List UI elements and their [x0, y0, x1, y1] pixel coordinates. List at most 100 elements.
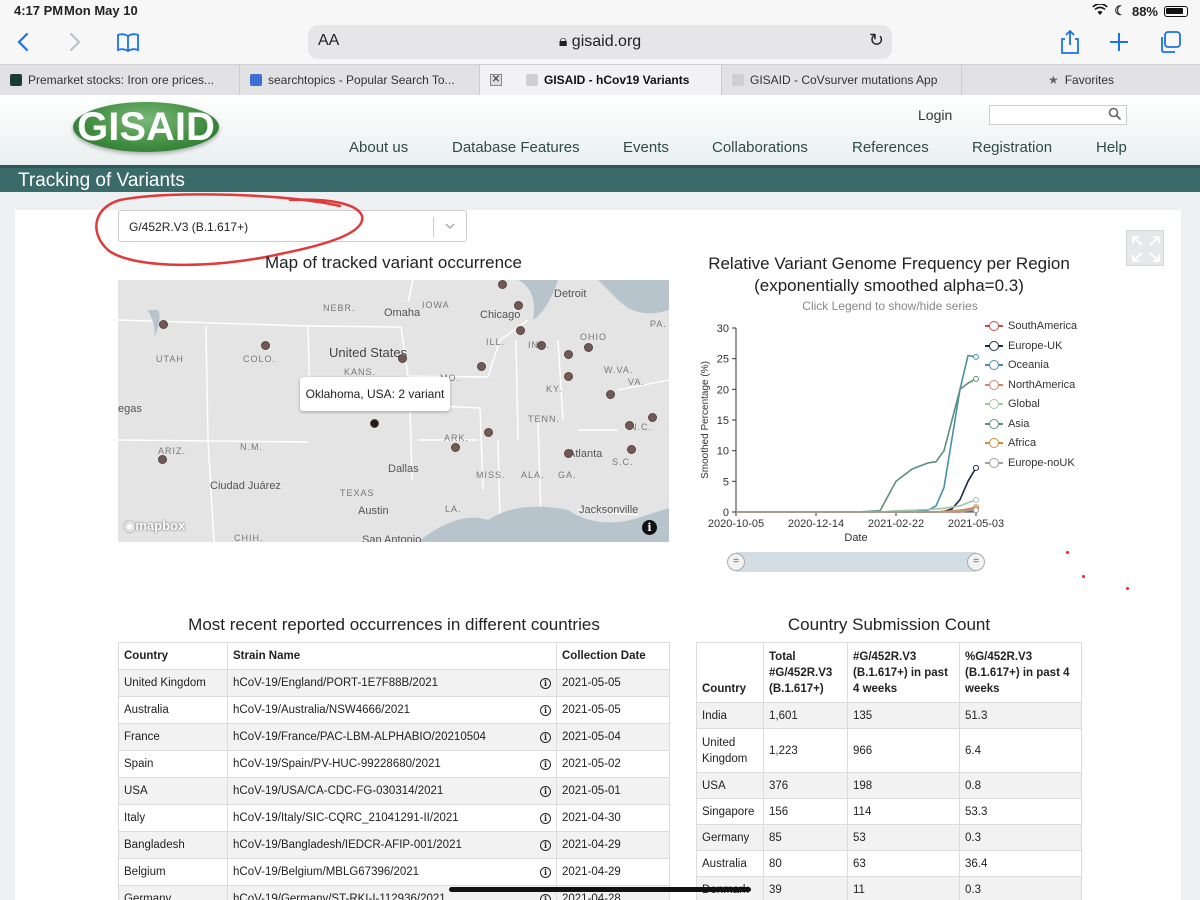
nav-registration[interactable]: Registration — [972, 139, 1052, 156]
variant-marker[interactable] — [625, 421, 634, 430]
variant-marker[interactable] — [648, 413, 657, 422]
tab-premarket[interactable]: Premarket stocks: Iron ore prices... — [0, 65, 240, 95]
info-icon[interactable]: i — [540, 867, 551, 878]
legend-item-northamerica[interactable]: NorthAmerica — [985, 379, 1075, 391]
variant-map[interactable]: NEBR. IOWA UTAH COLO. KANS. ILL. IND. OH… — [118, 280, 669, 542]
table-row[interactable]: Spain hCoV-19/Spain/PV-HUC-99228680/2021 i… — [118, 750, 670, 778]
nav-help[interactable]: Help — [1096, 139, 1127, 156]
info-icon[interactable]: i — [642, 520, 657, 535]
info-icon[interactable]: i — [540, 786, 551, 797]
table-row[interactable]: USA hCoV-19/USA/CA-CDC-FG-030314/2021 i 202… — [118, 777, 670, 805]
search-icon[interactable] — [1108, 107, 1122, 124]
info-icon[interactable]: i — [540, 840, 551, 851]
reload-icon[interactable]: ↻ — [869, 30, 884, 51]
legend-item-asia[interactable]: Asia — [985, 418, 1029, 430]
column-header[interactable]: Country — [118, 642, 228, 670]
column-header[interactable]: Total #G/452R.V3 (B.1.617+) — [763, 642, 848, 703]
chevron-down-icon[interactable] — [444, 216, 456, 239]
variant-marker[interactable] — [261, 341, 270, 350]
legend-item-southamerica[interactable]: SouthAmerica — [985, 320, 1077, 332]
variant-marker[interactable] — [484, 428, 493, 437]
table-row[interactable]: India 1,601 135 51.3 — [696, 702, 1082, 729]
column-header[interactable]: #G/452R.V3 (B.1.617+) in past 4 weeks — [847, 642, 960, 703]
info-icon[interactable]: i — [540, 759, 551, 770]
new-tab-icon[interactable] — [1105, 28, 1133, 56]
table-row[interactable]: United Kingdom 1,223 966 6.4 — [696, 728, 1082, 773]
date-range-slider[interactable]: = = — [727, 550, 985, 574]
legend-item-oceania[interactable]: Oceania — [985, 359, 1049, 371]
variant-marker[interactable] — [158, 455, 167, 464]
table-row[interactable]: Australia 80 63 36.4 — [696, 850, 1082, 877]
column-header[interactable]: Strain Name — [227, 642, 557, 670]
map-city: Chicago — [480, 309, 521, 321]
info-icon[interactable]: i — [540, 894, 551, 900]
tab-gisaid-variants[interactable]: ✕ GISAID - hCov19 Variants — [480, 65, 722, 95]
variant-marker[interactable] — [398, 354, 407, 363]
variant-marker[interactable] — [514, 301, 523, 310]
variant-marker-selected[interactable] — [370, 419, 379, 428]
cell-text: 2021-04-30 — [562, 812, 621, 824]
variant-marker[interactable] — [564, 350, 573, 359]
recent-count-cell: 11 — [847, 876, 960, 900]
nav-references[interactable]: References — [852, 139, 929, 156]
tab-gisaid-covsurver[interactable]: GISAID - CoVsurver mutations App — [722, 65, 962, 95]
back-icon[interactable] — [10, 28, 38, 56]
info-icon[interactable]: i — [540, 732, 551, 743]
slider-handle-start[interactable]: = — [727, 553, 745, 571]
variant-marker[interactable] — [584, 343, 593, 352]
slider-handle-end[interactable]: = — [967, 553, 985, 571]
table-row[interactable]: Denmark39110.3 — [696, 876, 1082, 900]
variant-select[interactable]: G/452R.V3 (B.1.617+) — [118, 210, 467, 242]
nav-events[interactable]: Events — [623, 139, 669, 156]
table-row[interactable]: Bangladesh hCoV-19/Bangladesh/IEDCR-AFIP-… — [118, 831, 670, 859]
x-tick-label: 2020-10-05 — [708, 518, 764, 530]
table-row[interactable]: France hCoV-19/France/PAC-LBM-ALPHABIO/20… — [118, 723, 670, 751]
table-row[interactable]: USA 376 198 0.8 — [696, 772, 1082, 799]
info-icon[interactable]: i — [540, 705, 551, 716]
info-icon[interactable]: i — [540, 678, 551, 689]
legend-item-europe-uk[interactable]: Europe-UK — [985, 340, 1062, 352]
bookmarks-icon[interactable] — [114, 28, 142, 56]
map-label: KY. — [546, 384, 563, 394]
table-row[interactable]: Belgium hCoV-19/Belgium/MBLG67396/2021 i 20… — [118, 858, 670, 886]
variant-marker[interactable] — [564, 372, 573, 381]
tabs-overview-icon[interactable] — [1156, 28, 1184, 56]
table-row[interactable]: Australia hCoV-19/Australia/NSW4666/2021 i… — [118, 696, 670, 724]
variant-marker[interactable] — [627, 445, 636, 454]
variant-marker[interactable] — [516, 326, 525, 335]
info-icon[interactable]: i — [540, 813, 551, 824]
lock-icon: 🔒︎ — [558, 33, 568, 50]
table-row[interactable]: United Kingdom hCoV-19/England/PORT-1E7F8… — [118, 669, 670, 697]
address-bar[interactable]: AA 🔒︎ gisaid.org ↻ — [308, 25, 892, 59]
fullscreen-icon[interactable] — [1126, 230, 1164, 266]
nav-about-us[interactable]: About us — [349, 139, 408, 156]
legend-item-global[interactable]: Global — [985, 398, 1040, 410]
map-title: Map of tracked variant occurrence — [264, 253, 522, 272]
variant-marker[interactable] — [451, 443, 460, 452]
column-header[interactable]: %G/452R.V3 (B.1.617+) in past 4 weeks — [959, 642, 1082, 703]
variant-marker[interactable] — [498, 280, 507, 289]
variant-marker[interactable] — [477, 362, 486, 371]
share-icon[interactable] — [1056, 28, 1084, 56]
forward-icon[interactable] — [60, 28, 88, 56]
variant-marker[interactable] — [537, 341, 546, 350]
table-row[interactable]: Singapore 156 114 53.3 — [696, 798, 1082, 825]
nav-collaborations[interactable]: Collaborations — [712, 139, 808, 156]
legend-item-africa[interactable]: Africa — [985, 437, 1036, 449]
strain-name-cell: hCoV-19/Australia/NSW4666/2021 i — [227, 696, 557, 724]
column-header[interactable]: Country — [696, 642, 764, 703]
table-row[interactable]: Germany 85 53 0.3 — [696, 824, 1082, 851]
column-header[interactable]: Collection Date — [556, 642, 670, 670]
table-row[interactable]: Italy hCoV-19/Italy/SIC-CQRC_21041291-II/… — [118, 804, 670, 832]
nav-database-features[interactable]: Database Features — [452, 139, 580, 156]
login-link[interactable]: Login — [918, 107, 952, 123]
tab-searchtopics[interactable]: searchtopics - Popular Search To... — [240, 65, 480, 95]
slider-track[interactable] — [736, 552, 976, 572]
tab-favorites[interactable]: ★ Favorites — [962, 65, 1200, 95]
variant-marker[interactable] — [159, 320, 168, 329]
site-search-input[interactable] — [989, 105, 1127, 125]
variant-marker[interactable] — [606, 390, 615, 399]
close-tab-icon[interactable]: ✕ — [490, 74, 502, 86]
legend-item-europe-nouk[interactable]: Europe-noUK — [985, 457, 1075, 469]
variant-marker[interactable] — [564, 449, 573, 458]
